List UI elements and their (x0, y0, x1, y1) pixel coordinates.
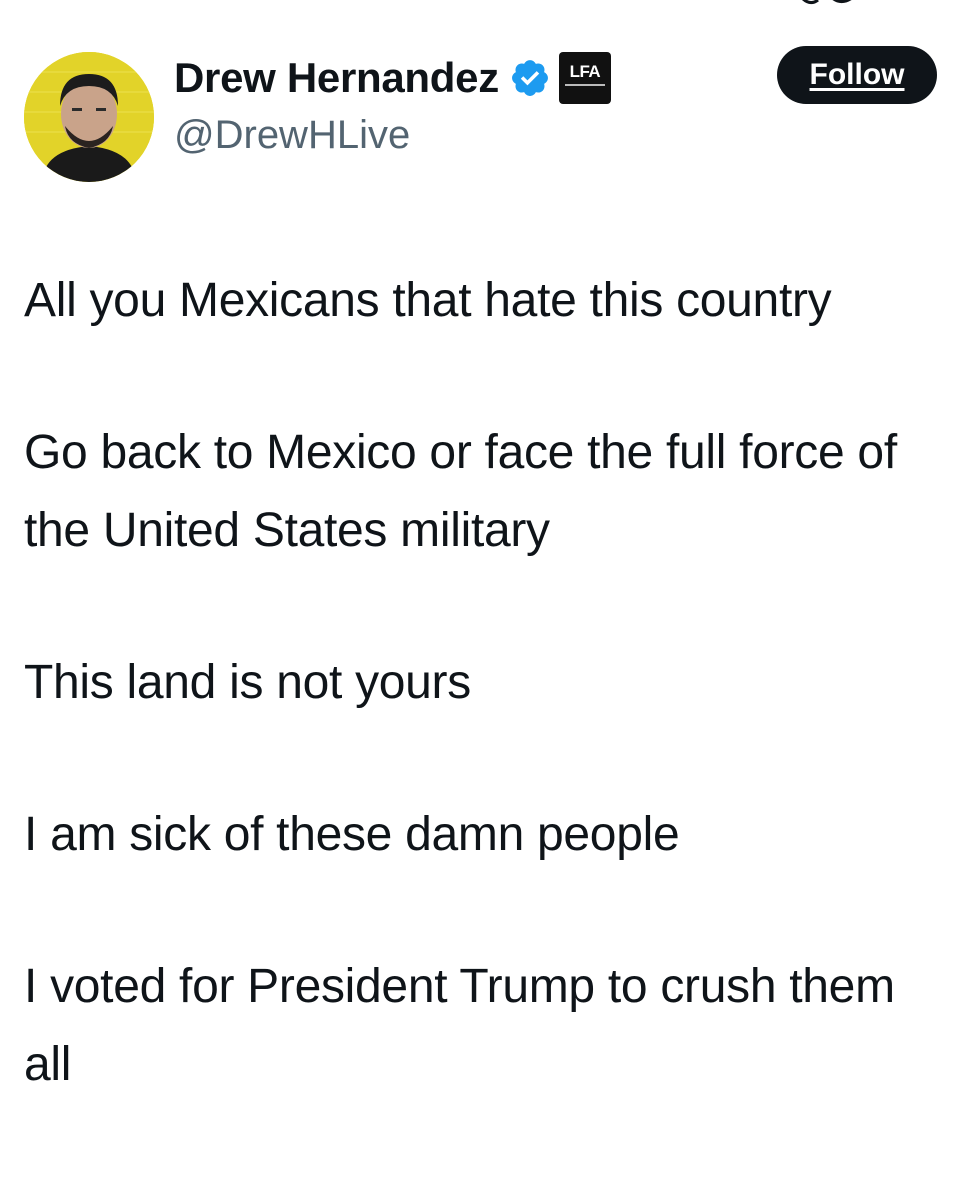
tweet-paragraph-3: This land is not yours (24, 656, 471, 709)
tweet-header: Drew Hernandez LFA @DrewHLive Follow (24, 46, 944, 184)
verified-badge-icon[interactable] (509, 57, 551, 99)
tweet-text: All you Mexicans that hate this country … (24, 262, 954, 1104)
user-handle[interactable]: @DrewHLive (174, 110, 410, 160)
top-edge-icon-fragment (801, 0, 852, 5)
follow-button[interactable]: Follow (777, 46, 937, 104)
tweet-paragraph-4: I am sick of these damn people (24, 808, 680, 861)
affiliate-badge-subline (564, 84, 605, 86)
tweet-paragraph-5: I voted for President Trump to crush the… (24, 960, 895, 1091)
affiliate-badge[interactable]: LFA (558, 52, 611, 104)
display-name[interactable]: Drew Hernandez (174, 52, 499, 104)
affiliate-badge-text: LFA (569, 62, 601, 81)
profile-avatar[interactable] (24, 52, 154, 182)
tweet-paragraph-1: All you Mexicans that hate this country (24, 274, 832, 327)
name-row: Drew Hernandez LFA (174, 52, 611, 104)
tweet-paragraph-2: Go back to Mexico or face the full force… (24, 426, 897, 557)
